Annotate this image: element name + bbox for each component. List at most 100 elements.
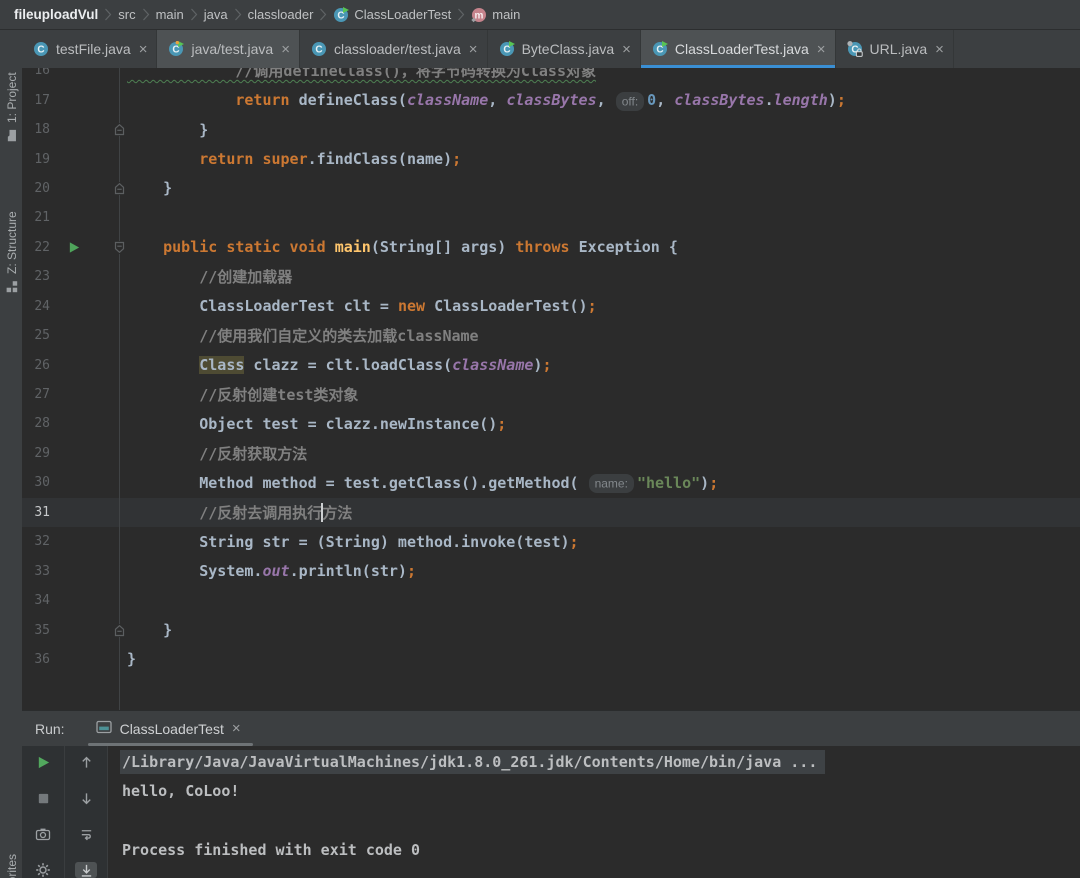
code-token: .println(str) bbox=[289, 562, 407, 581]
camera-button[interactable] bbox=[32, 826, 54, 842]
editor-tab-label: classloader/test.java bbox=[333, 41, 461, 57]
code-token: ; bbox=[709, 473, 719, 492]
code-line[interactable]: 34 bbox=[22, 586, 1080, 615]
line-number[interactable]: 27 bbox=[22, 387, 50, 402]
line-number[interactable]: 16 bbox=[22, 68, 50, 78]
code-line[interactable]: 21 bbox=[22, 203, 1080, 232]
run-panel-header: Run: ClassLoaderTest × bbox=[22, 710, 1080, 746]
code-token: } bbox=[127, 650, 137, 669]
code-text: } bbox=[119, 121, 208, 139]
close-icon[interactable]: × bbox=[935, 42, 944, 57]
code-line[interactable]: 16 //调用defineClass()，将字节码转换为Class对象 bbox=[22, 68, 1080, 85]
code-text: //创建加载器 bbox=[119, 266, 292, 287]
code-token: classBytes bbox=[506, 91, 597, 110]
code-line[interactable]: 17 return defineClass(className, classBy… bbox=[22, 85, 1080, 114]
close-icon[interactable]: × bbox=[817, 42, 826, 57]
code-line[interactable]: 35 } bbox=[22, 615, 1080, 644]
line-number[interactable]: 28 bbox=[22, 416, 50, 431]
line-number[interactable]: 20 bbox=[22, 181, 50, 196]
down-arrow-button[interactable] bbox=[75, 791, 97, 807]
tool-window-button[interactable]: Z: Structure bbox=[1, 211, 22, 293]
stop-button[interactable] bbox=[32, 791, 54, 807]
run-arrow-icon[interactable] bbox=[68, 241, 81, 254]
line-number[interactable]: 36 bbox=[22, 652, 50, 667]
up-arrow-button[interactable] bbox=[75, 755, 97, 771]
code-line[interactable]: 29 //反射获取方法 bbox=[22, 439, 1080, 468]
breadcrumb-item[interactable]: src bbox=[114, 7, 139, 22]
line-number[interactable]: 22 bbox=[22, 240, 50, 255]
editor-tab[interactable]: C ClassLoaderTest.java × bbox=[640, 30, 836, 68]
editor-tab-label: java/test.java bbox=[191, 41, 274, 57]
line-number[interactable]: 24 bbox=[22, 299, 50, 314]
code-line[interactable]: 20 } bbox=[22, 174, 1080, 203]
editor-tab[interactable]: CtestFile.java × bbox=[22, 30, 158, 68]
line-number[interactable]: 17 bbox=[22, 93, 50, 108]
line-number[interactable]: 30 bbox=[22, 475, 50, 490]
code-line[interactable]: 24 ClassLoaderTest clt = new ClassLoader… bbox=[22, 292, 1080, 321]
line-number[interactable]: 26 bbox=[22, 358, 50, 373]
editor-tab-label: testFile.java bbox=[56, 41, 131, 57]
run-tab[interactable]: ClassLoaderTest × bbox=[87, 711, 253, 746]
code-line[interactable]: 25 //使用我们自定义的类去加载className bbox=[22, 321, 1080, 350]
line-number[interactable]: 31 bbox=[22, 505, 50, 520]
close-icon[interactable]: × bbox=[139, 42, 148, 57]
breadcrumb-item[interactable]: m main bbox=[467, 7, 524, 23]
code-line[interactable]: 28 Object test = clazz.newInstance(); bbox=[22, 409, 1080, 438]
code-token: defineClass( bbox=[298, 91, 407, 110]
line-number[interactable]: 33 bbox=[22, 564, 50, 579]
editor-tab[interactable]: Cclassloader/test.java × bbox=[300, 30, 488, 68]
code-line[interactable]: 33 System.out.println(str); bbox=[22, 556, 1080, 585]
code-line[interactable]: 31 //反射去调用执行方法 bbox=[22, 497, 1080, 527]
code-text: //反射创建test类对象 bbox=[119, 384, 358, 405]
line-number[interactable]: 32 bbox=[22, 534, 50, 549]
code-token: super bbox=[262, 150, 308, 169]
code-line[interactable]: 22 public static void main(String[] args… bbox=[22, 233, 1080, 262]
code-line[interactable]: 36} bbox=[22, 645, 1080, 674]
tool-window-button-label: Z: Structure bbox=[4, 211, 19, 274]
line-number[interactable]: 19 bbox=[22, 152, 50, 167]
breadcrumb-item[interactable]: main bbox=[152, 7, 188, 22]
rerun-button[interactable] bbox=[32, 755, 54, 771]
line-number[interactable]: 21 bbox=[22, 210, 50, 225]
code-line[interactable]: 26 Class clazz = clt.loadClass(className… bbox=[22, 350, 1080, 379]
code-text: Object test = clazz.newInstance(); bbox=[119, 415, 506, 433]
breadcrumb-item[interactable]: java bbox=[200, 7, 232, 22]
code-text: } bbox=[119, 621, 172, 639]
close-icon[interactable]: × bbox=[622, 42, 631, 57]
code-line[interactable]: 32 String str = (String) method.invoke(t… bbox=[22, 527, 1080, 556]
line-number[interactable]: 29 bbox=[22, 446, 50, 461]
line-number[interactable]: 35 bbox=[22, 623, 50, 638]
close-icon[interactable]: × bbox=[232, 720, 241, 737]
line-number[interactable]: 18 bbox=[22, 122, 50, 137]
code-token: length bbox=[773, 91, 828, 110]
code-token: public static void bbox=[163, 238, 335, 257]
tool-window-button[interactable]: 1: Project bbox=[1, 72, 22, 142]
code-line[interactable]: 18 } bbox=[22, 115, 1080, 144]
editor-tab[interactable]: C URL.java × bbox=[836, 30, 954, 68]
close-icon[interactable]: × bbox=[281, 42, 290, 57]
up-arrow-icon bbox=[79, 755, 94, 770]
breadcrumb-item[interactable]: C ClassLoaderTest bbox=[329, 6, 455, 23]
code-editor[interactable]: 16 //调用defineClass()，将字节码转换为Class对象 17 re… bbox=[22, 68, 1080, 710]
code-line[interactable]: 19 return super.findClass(name); bbox=[22, 144, 1080, 173]
gear-button[interactable] bbox=[32, 862, 54, 878]
close-icon[interactable]: × bbox=[469, 42, 478, 57]
breadcrumb-item[interactable]: fileuploadVul bbox=[10, 7, 102, 22]
editor-tab[interactable]: C ByteClass.java × bbox=[488, 30, 641, 68]
code-line[interactable]: 23 //创建加载器 bbox=[22, 262, 1080, 291]
code-token: Method method = test.getClass().getMetho… bbox=[127, 473, 588, 492]
code-line[interactable]: 27 //反射创建test类对象 bbox=[22, 380, 1080, 409]
tool-window-button[interactable]: avorites bbox=[1, 854, 22, 878]
code-text: //使用我们自定义的类去加载className bbox=[119, 325, 478, 346]
code-token: main bbox=[334, 238, 371, 257]
breadcrumb-item[interactable]: classloader bbox=[244, 7, 318, 22]
console-output[interactable]: /Library/Java/JavaVirtualMachines/jdk1.8… bbox=[108, 746, 1080, 878]
editor-tab[interactable]: Cjava/test.java × bbox=[157, 30, 300, 68]
soft-wrap-button[interactable] bbox=[75, 827, 97, 843]
scroll-to-end-button[interactable] bbox=[75, 862, 97, 878]
line-number[interactable]: 34 bbox=[22, 593, 50, 608]
code-line[interactable]: 30 Method method = test.getClass().getMe… bbox=[22, 468, 1080, 497]
line-number[interactable]: 23 bbox=[22, 269, 50, 284]
line-number[interactable]: 25 bbox=[22, 328, 50, 343]
